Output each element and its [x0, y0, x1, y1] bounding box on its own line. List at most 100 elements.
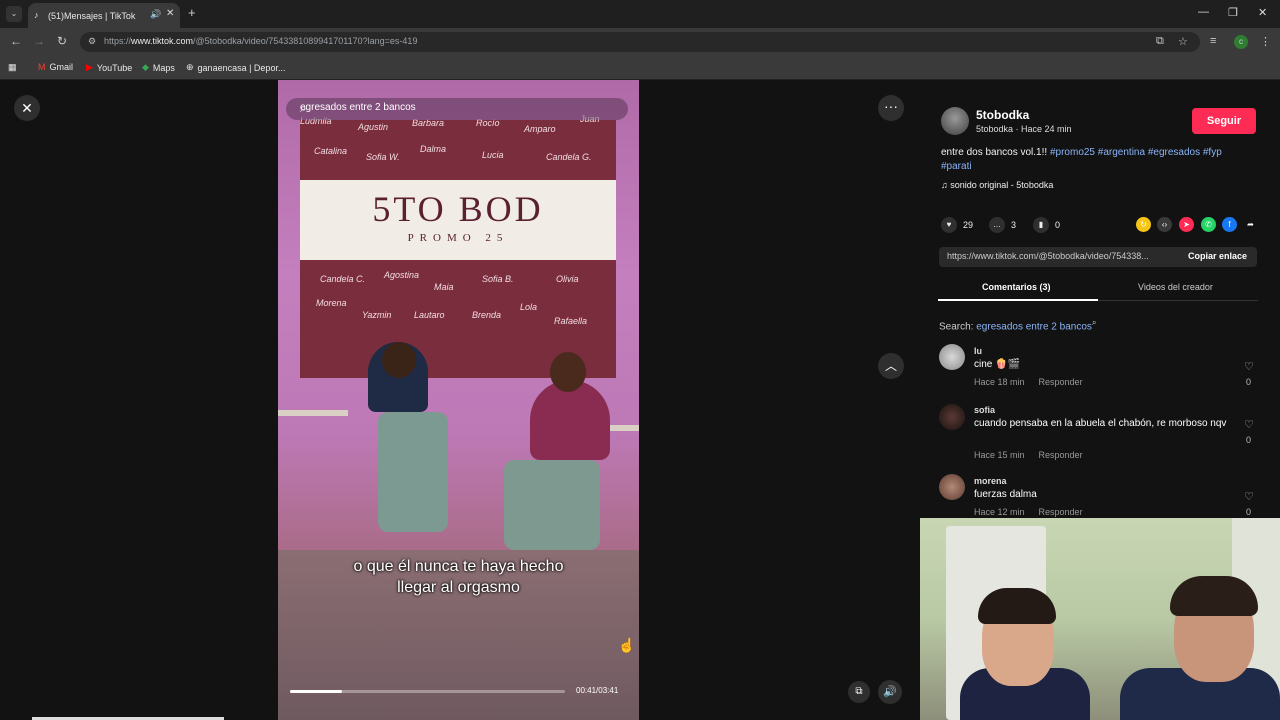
person-right-head	[550, 352, 586, 392]
bookmark-icon: ▮	[1033, 217, 1049, 233]
heart-icon: ♥	[941, 217, 957, 233]
comment-like-icon[interactable]: ♡	[1244, 490, 1254, 503]
copy-link-button[interactable]: Copiar enlace	[1188, 251, 1247, 261]
gmail-icon: M	[38, 62, 46, 72]
media-control-icon[interactable]: ≡	[1210, 35, 1216, 47]
video-time: 00:41/03:41	[576, 686, 619, 695]
audio-icon[interactable]: 🔊	[150, 9, 161, 20]
search-query-link[interactable]: egresados entre 2 bancos	[976, 321, 1092, 332]
forward-icon[interactable]: →	[33, 34, 45, 48]
install-app-icon[interactable]: ⧉	[1156, 35, 1164, 48]
repost-icon[interactable]: ↻	[1136, 217, 1151, 232]
maps-icon: ◆	[142, 62, 149, 72]
tab-comments[interactable]: Comentarios (3)	[982, 282, 1051, 292]
comment-username[interactable]: sofia	[974, 405, 995, 415]
back-icon[interactable]: ←	[10, 34, 22, 48]
address-bar[interactable]: ⚙ https://www.tiktok.com/@5tobodka/video…	[80, 32, 1200, 52]
comment-like-icon[interactable]: ♡	[1244, 418, 1254, 431]
video-caption: o que él nunca te haya hecho llegar al o…	[353, 558, 564, 596]
globe-icon: ⊕	[186, 62, 194, 72]
close-window-icon[interactable]: ✕	[1258, 6, 1267, 19]
bookmark-ganaencasa[interactable]: ⊕ ganaencasa | Depor...	[186, 62, 285, 73]
banner-name: Dalma	[420, 144, 447, 154]
banner-name: Sofia B.	[482, 274, 514, 284]
banner-name: Lucia	[482, 150, 504, 160]
reply-button[interactable]: Responder	[1039, 377, 1083, 387]
music-note-icon: ♫	[941, 180, 951, 190]
banner-name: Brenda	[472, 310, 502, 320]
close-video-button[interactable]: ✕	[14, 95, 40, 121]
person-right-legs	[504, 460, 600, 550]
comment-like-icon[interactable]: ♡	[1244, 360, 1254, 373]
whatsapp-icon[interactable]: ✆	[1201, 217, 1216, 232]
save-button[interactable]: ▮ 0	[1033, 217, 1060, 233]
bookmark-youtube[interactable]: ▶ YouTube	[86, 62, 132, 73]
facebook-icon[interactable]: f	[1222, 217, 1237, 232]
reply-button[interactable]: Responder	[1039, 507, 1083, 517]
tab-creator-videos[interactable]: Videos del creador	[1138, 282, 1213, 292]
comment-username[interactable]: lu	[974, 346, 982, 356]
search-icon[interactable]: ⌕	[300, 101, 618, 116]
previous-video-button[interactable]: ︿	[878, 353, 904, 379]
sound-link[interactable]: ♫ sonido original - 5tobodka	[941, 180, 1053, 190]
comment-text: cuando pensaba en la abuela el chabón, r…	[974, 418, 1227, 429]
comment-meta: Hace 18 min Responder	[974, 377, 1083, 387]
progress-bar[interactable]	[290, 690, 565, 693]
apps-icon[interactable]: ▦	[8, 62, 17, 73]
avatar[interactable]	[939, 474, 965, 500]
person-left-legs	[378, 412, 448, 532]
hand-cursor-icon: ☝	[618, 637, 636, 653]
bookmark-gmail[interactable]: M Gmail	[38, 62, 73, 72]
bookmark-star-icon[interactable]: ☆	[1178, 35, 1188, 48]
banner-name: Lola	[520, 302, 538, 312]
share-arrow-icon[interactable]: ➦	[1243, 217, 1258, 232]
more-options-button[interactable]: ···	[878, 95, 904, 121]
webcam-overlay	[920, 518, 1280, 720]
menu-icon[interactable]: ⋮	[1260, 35, 1271, 48]
embed-icon[interactable]: ‹›	[1157, 217, 1172, 232]
follow-button[interactable]: Seguir	[1192, 108, 1256, 134]
person-left-head	[382, 342, 416, 378]
progress-fill	[290, 690, 343, 693]
floating-player-button[interactable]: ⧉	[848, 681, 870, 703]
bookmark-maps[interactable]: ◆ Maps	[142, 62, 175, 73]
banner-name: Rafaella	[554, 316, 588, 326]
volume-button[interactable]: 🔊	[878, 680, 902, 704]
browser-tab[interactable]: ♪ (51)Mensajes | TikTok 🔊 ✕	[28, 3, 180, 28]
reload-icon[interactable]: ↻	[57, 34, 67, 48]
like-button[interactable]: ♥ 29	[941, 217, 973, 233]
comment-meta: Hace 15 min Responder	[974, 450, 1083, 460]
creator-username[interactable]: 5tobodka	[976, 108, 1029, 122]
minimize-icon[interactable]: —	[1198, 6, 1209, 18]
video-link: https://www.tiktok.com/@5tobodka/video/7…	[947, 251, 1149, 261]
video-search-bar[interactable]: egresados entre 2 bancos ⌕	[286, 98, 628, 120]
new-tab-button[interactable]: +	[188, 5, 196, 20]
comment-button[interactable]: … 3	[989, 217, 1016, 233]
banner-name: Candela C.	[320, 274, 366, 284]
reply-button[interactable]: Responder	[1039, 450, 1083, 460]
person-right-torso	[530, 380, 610, 460]
video-player[interactable]: 5TO BOD PROMO 25 Ludmila Agustin Barbara…	[278, 80, 639, 720]
send-icon[interactable]: ➤	[1179, 217, 1194, 232]
video-description: entre dos bancos vol.1!! #promo25 #argen…	[941, 147, 1222, 172]
restore-icon[interactable]: ❐	[1228, 6, 1238, 19]
comment-like-count: 0	[1246, 377, 1252, 387]
tab-search-icon[interactable]: ⌄	[6, 6, 22, 22]
creator-avatar[interactable]	[941, 107, 969, 135]
tiktok-icon: ♪	[34, 10, 39, 20]
banner-name: Olivia	[556, 274, 579, 284]
comment-like-count: 0	[1246, 507, 1252, 517]
banner-name: Amparo	[524, 124, 556, 134]
copy-link-box: https://www.tiktok.com/@5tobodka/video/7…	[939, 247, 1257, 267]
avatar[interactable]	[939, 404, 965, 430]
avatar[interactable]	[939, 344, 965, 370]
comment-icon: …	[989, 217, 1005, 233]
banner-name: Agustin	[358, 122, 389, 132]
comment-username[interactable]: morena	[974, 476, 1007, 486]
profile-avatar[interactable]: c	[1234, 35, 1248, 49]
banner-name: Agostina	[384, 270, 420, 280]
site-info-icon[interactable]: ⚙	[88, 36, 96, 47]
tab-close-icon[interactable]: ✕	[166, 8, 174, 19]
person-left-hair	[978, 588, 1056, 624]
banner-name: Catalina	[314, 146, 348, 156]
